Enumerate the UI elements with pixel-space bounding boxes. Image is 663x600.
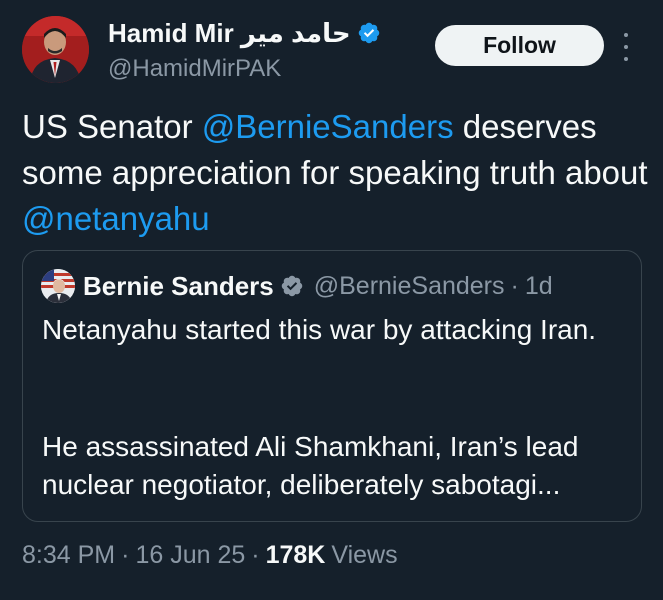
quoted-tweet-header: Bernie Sanders @BernieSanders · 1d <box>41 269 553 303</box>
avatar-photo-icon <box>22 16 89 83</box>
author-display-name[interactable]: Hamid Mir حامد میر <box>108 18 351 49</box>
separator-dot: · <box>510 271 519 300</box>
more-options-icon[interactable] <box>616 33 636 61</box>
separator-dot: · <box>251 540 260 569</box>
quoted-tweet-paragraph: He assassinated Ali Shamkhani, Iran’s le… <box>42 431 579 500</box>
author-name-row: Hamid Mir حامد میر <box>108 16 381 50</box>
author-avatar[interactable] <box>22 16 89 83</box>
separator-dot: · <box>121 540 130 569</box>
mention-link[interactable]: @BernieSanders <box>202 108 454 145</box>
tweet: Hamid Mir حامد میر @HamidMirPAK Follow U… <box>0 0 663 600</box>
mention-link[interactable]: @netanyahu <box>22 200 210 237</box>
quoted-author-display-name[interactable]: Bernie Sanders <box>83 271 274 302</box>
tweet-date[interactable]: 16 Jun 25 <box>135 541 245 570</box>
views-label: Views <box>331 540 398 569</box>
follow-button[interactable]: Follow <box>435 25 604 66</box>
verified-badge-icon <box>357 21 381 45</box>
quoted-tweet-time[interactable]: 1d <box>525 272 553 301</box>
quoted-author-handle[interactable]: @BernieSanders <box>314 272 505 301</box>
avatar-photo-icon <box>41 269 75 303</box>
verified-badge-icon <box>280 274 304 298</box>
views-count[interactable]: 178K <box>266 541 326 570</box>
tweet-text: US Senator @BernieSanders deserves some … <box>22 104 652 242</box>
quoted-tweet-card[interactable]: Bernie Sanders @BernieSanders · 1d Netan… <box>22 250 642 522</box>
author-handle[interactable]: @HamidMirPAK <box>108 55 281 83</box>
quoted-tweet-paragraph: Netanyahu started this war by attacking … <box>42 314 597 345</box>
tweet-metadata: 8:34 PM · 16 Jun 25 · 178K Views <box>22 538 398 572</box>
tweet-text-segment: US Senator <box>22 108 202 145</box>
tweet-time[interactable]: 8:34 PM <box>22 541 115 570</box>
quoted-author-avatar[interactable] <box>41 269 75 303</box>
